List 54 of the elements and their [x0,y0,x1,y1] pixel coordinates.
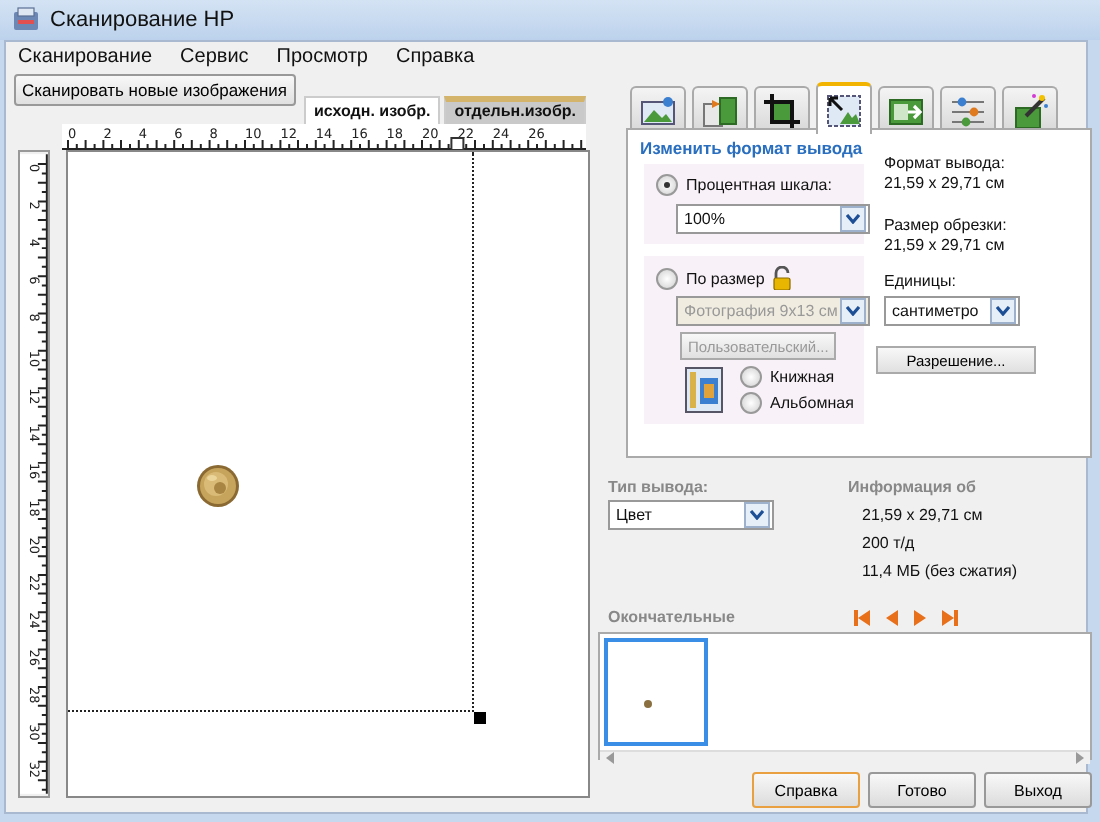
info-value: 200 т/д [862,534,917,552]
option-label: Книжная [770,368,835,386]
menu-item[interactable]: Сканирование [18,45,153,67]
app-icon [12,6,40,34]
output-type-dropdown[interactable]: Цвет [608,500,774,530]
option-label: Альбомная [770,394,854,412]
thumbnail[interactable] [604,638,708,746]
info-value: 21,59 x 29,71 см [862,506,985,524]
tool-tab[interactable] [1002,86,1058,132]
dialog-button[interactable]: Справка [752,772,860,808]
info-title: Информация об [848,478,978,496]
menu-item[interactable]: Сервис [180,45,249,67]
dialog-button[interactable]: Выход [984,772,1092,808]
scan-button[interactable]: Сканировать новые изображения [14,74,296,106]
finals-label: Окончательные [608,608,735,626]
chevron-down-icon[interactable] [996,306,1010,316]
output-type-label: Тип вывода: [608,478,711,496]
last-icon[interactable] [942,609,959,625]
image-icon [638,91,678,129]
page-orientation-icon [684,366,724,414]
units-dropdown[interactable]: сантиметро [884,296,1020,326]
previous-icon[interactable] [886,609,899,625]
dialog-button[interactable]: Готово [868,772,976,808]
tool-tab[interactable] [754,86,810,132]
fact-label: Формат вывода: [884,154,1007,172]
tool-tab[interactable] [630,86,686,132]
info-value: 11,4 МБ (без сжатия) [862,562,1017,580]
first-icon[interactable] [854,609,871,625]
menu-item[interactable]: Просмотр [276,45,368,67]
tool-tab[interactable] [692,86,748,132]
view-tab[interactable]: исходн. изобр. [304,96,441,124]
wand-icon [1010,91,1050,129]
next-icon[interactable] [914,609,927,625]
section-heading: Изменить формат вывода [640,138,864,158]
lock-icon[interactable] [772,266,793,290]
fact-value: 21,59 x 29,71 см [884,236,1007,254]
window-title: Сканирование HP [50,8,235,32]
fact-label: Размер обрезки: [884,216,1009,234]
menu-item[interactable]: Справка [395,45,475,67]
view-tab[interactable]: отдельн.изобр. [444,96,586,124]
units-label: Единицы: [884,272,958,290]
radio-button[interactable] [656,174,678,196]
chevron-down-icon[interactable] [750,510,764,520]
option-label: Процентная шкала: [686,176,832,194]
tool-tab[interactable] [816,82,872,134]
option-label: По размер [686,269,765,287]
resize-image-icon [824,91,864,129]
tool-tab[interactable] [878,86,934,132]
copy-image-icon [700,91,740,129]
fact-value: 21,59 x 29,71 см [884,174,1007,192]
coin-dot-icon [644,700,652,708]
scale-dropdown[interactable]: 100% [676,204,870,234]
crop-handle[interactable] [473,712,486,724]
chevron-down-icon[interactable] [846,214,860,224]
